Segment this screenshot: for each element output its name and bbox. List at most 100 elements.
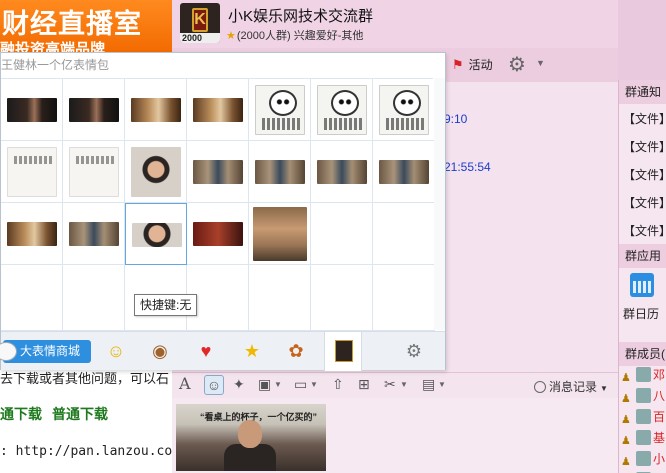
emoji-thumbnail (7, 222, 57, 246)
settings-gear-icon[interactable]: ⚙ (404, 341, 424, 361)
avatar (636, 430, 651, 445)
emoji-thumbnail (69, 98, 119, 122)
emoji-cell[interactable] (187, 141, 249, 203)
emoji-cell[interactable] (1, 203, 63, 265)
user-icon: ♟ (621, 414, 631, 426)
panda-meme-thumbnail (317, 85, 367, 135)
emoji-thumbnail (317, 160, 367, 184)
calendar-label[interactable]: 群日历 (623, 305, 659, 322)
member-row[interactable]: ♟小 (621, 450, 666, 468)
calendar-icon[interactable] (630, 273, 654, 297)
emoji-cell[interactable] (63, 141, 125, 203)
gif-icon[interactable]: ▣ (258, 376, 271, 393)
emoji-cell[interactable] (1, 141, 63, 203)
emoji-icon[interactable]: ☺ (204, 375, 224, 395)
pasted-meme-image[interactable]: “看桌上的杯子，一个亿买的” (176, 404, 326, 471)
smiley-face-icon[interactable]: ☺ (105, 340, 127, 362)
upload-icon[interactable]: ⇧ (332, 376, 344, 393)
emoji-cell-empty[interactable] (311, 203, 373, 265)
download-link-2[interactable]: 普通下载 (52, 406, 108, 422)
member-row[interactable]: ♟ 基 (621, 429, 666, 447)
activity-button[interactable]: ⚑ 活动 (452, 56, 493, 73)
chevron-down-icon[interactable]: ▼ (536, 58, 545, 68)
file-item[interactable]: 【文件】 (623, 138, 666, 155)
magic-icon[interactable]: ✦ (233, 376, 245, 393)
emoji-scrollbar[interactable] (434, 78, 445, 330)
wang-jianlin-pack-tab[interactable] (324, 332, 362, 371)
emoji-cell[interactable] (311, 141, 373, 203)
emoji-cell-empty[interactable] (249, 265, 311, 331)
emoji-cell-empty[interactable] (373, 265, 435, 331)
font-icon[interactable]: A (179, 374, 191, 393)
message-history-button[interactable]: 消息记录 ▼ (534, 378, 608, 395)
download-link-1[interactable]: 通下载 (0, 406, 42, 422)
emoji-cell[interactable] (187, 79, 249, 141)
file-item[interactable]: 【文件】 (623, 194, 666, 211)
heart-icon[interactable]: ♥ (195, 340, 217, 362)
panda-meme-thumbnail (379, 85, 429, 135)
avatar (636, 388, 651, 403)
member-name: 百 (653, 410, 666, 424)
emoji-cell[interactable] (373, 141, 435, 203)
emoji-cell[interactable] (311, 79, 373, 141)
emoji-cell[interactable] (63, 203, 125, 265)
emoji-thumbnail (131, 98, 181, 122)
user-icon: ♟ (621, 372, 631, 384)
emoji-cell[interactable] (249, 203, 311, 265)
download-links: 通下载 普通下载 (0, 404, 118, 424)
emoji-store-button[interactable]: 大表情商城 (0, 340, 91, 363)
more-icon[interactable]: ▤ (422, 376, 435, 393)
apps-title: 群应用 (619, 244, 666, 268)
emoji-cell-empty[interactable] (373, 203, 435, 265)
chevron-down-icon[interactable]: ▼ (400, 380, 408, 389)
monkey-icon[interactable]: ◉ (149, 340, 171, 362)
image-figure-head (238, 420, 262, 448)
user-icon: ♟ (621, 393, 631, 405)
emoji-cell[interactable] (187, 203, 249, 265)
chevron-down-icon[interactable]: ▼ (310, 380, 318, 389)
web-banner: 财经直播室 融投资高端品牌 (0, 0, 178, 58)
emoji-cell-empty[interactable] (311, 265, 373, 331)
member-name: 八 (653, 389, 666, 403)
scissors-icon[interactable]: ✂ (384, 376, 396, 393)
emoji-cell[interactable] (125, 79, 187, 141)
bear-icon[interactable]: ✿ (285, 340, 307, 362)
member-row[interactable]: ♟ 邓 (621, 366, 666, 384)
file-item[interactable]: 【文件】 (623, 222, 666, 239)
emoji-cell[interactable] (1, 79, 63, 141)
message-input[interactable]: “看桌上的杯子，一个亿买的” (172, 398, 618, 473)
emoji-cell[interactable] (373, 79, 435, 141)
emoji-cell[interactable] (63, 79, 125, 141)
web-banner-title: 财经直播室 (2, 9, 142, 40)
member-count: (2000人群) (236, 30, 291, 42)
emoji-thumbnail (193, 98, 243, 122)
emoji-cell[interactable] (249, 141, 311, 203)
file-item[interactable]: 【文件】 (623, 110, 666, 127)
emoji-cell[interactable] (249, 79, 311, 141)
emoji-thumbnail (131, 147, 181, 197)
gear-icon[interactable]: ⚙ (508, 52, 526, 77)
group-tags[interactable]: 兴趣爱好-其他 (294, 30, 364, 42)
emoji-thumbnail (379, 160, 429, 184)
emoji-thumbnail (253, 207, 307, 261)
gift-icon[interactable]: ⊞ (358, 376, 370, 393)
member-row[interactable]: ♟ 八 (621, 387, 666, 405)
pack-icon (335, 340, 353, 362)
flag-icon: ⚑ (452, 57, 464, 72)
chevron-down-icon[interactable]: ▼ (438, 380, 446, 389)
emoji-thumbnail (7, 147, 57, 197)
emoji-cell-selected[interactable] (125, 203, 187, 265)
message-timestamp: 21:55:54 (444, 160, 491, 174)
member-row[interactable]: ♟ 百 (621, 408, 666, 426)
screenshot-icon[interactable]: ▭ (294, 376, 307, 393)
group-avatar[interactable]: K 2000 (180, 3, 220, 43)
user-icon: ♟ (621, 435, 631, 447)
chevron-down-icon[interactable]: ▼ (274, 380, 282, 389)
emoji-cell[interactable] (125, 141, 187, 203)
emoji-cell-empty[interactable] (63, 265, 125, 331)
emoji-thumbnail (193, 160, 243, 184)
file-item[interactable]: 【文件】 (623, 166, 666, 183)
emoji-cell-empty[interactable] (1, 265, 63, 331)
group-name[interactable]: 小K娱乐网技术交流群 (228, 5, 373, 26)
star-icon[interactable]: ★ (241, 340, 263, 362)
